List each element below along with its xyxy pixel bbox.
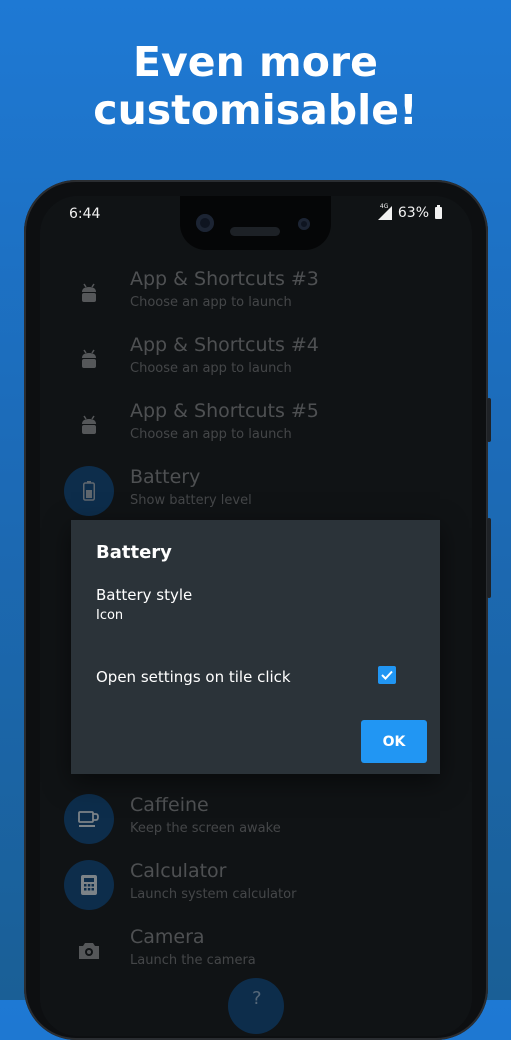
check-icon bbox=[381, 670, 393, 680]
front-camera-icon bbox=[196, 214, 214, 232]
volume-button bbox=[487, 398, 491, 442]
cell-signal-icon: 4G bbox=[377, 203, 392, 220]
front-sensor-icon bbox=[298, 218, 310, 230]
status-time: 6:44 bbox=[69, 206, 101, 222]
phone-screen: App & Shortcuts #3 Choose an app to laun… bbox=[40, 196, 472, 1036]
headline-line-1: Even more bbox=[133, 38, 378, 86]
battery-dialog: Battery Battery style Icon Open settings… bbox=[71, 520, 440, 774]
ok-button[interactable]: OK bbox=[361, 720, 427, 763]
status-battery-icon bbox=[435, 205, 442, 219]
power-button bbox=[487, 518, 491, 598]
battery-percent: 63% bbox=[397, 205, 429, 221]
open-settings-label: Open settings on tile click bbox=[96, 668, 291, 686]
promo-headline: Even more customisable! bbox=[0, 38, 511, 134]
preference-value: Icon bbox=[96, 608, 124, 623]
headline-line-2: customisable! bbox=[93, 86, 418, 134]
preference-title: Battery style bbox=[96, 586, 193, 604]
earpiece-speaker bbox=[230, 227, 280, 236]
open-settings-checkbox[interactable] bbox=[378, 666, 396, 684]
dialog-title: Battery bbox=[96, 542, 172, 563]
status-indicators: 4G 63% bbox=[377, 203, 442, 221]
network-type: 4G bbox=[379, 203, 389, 210]
camera-notch bbox=[180, 196, 331, 250]
